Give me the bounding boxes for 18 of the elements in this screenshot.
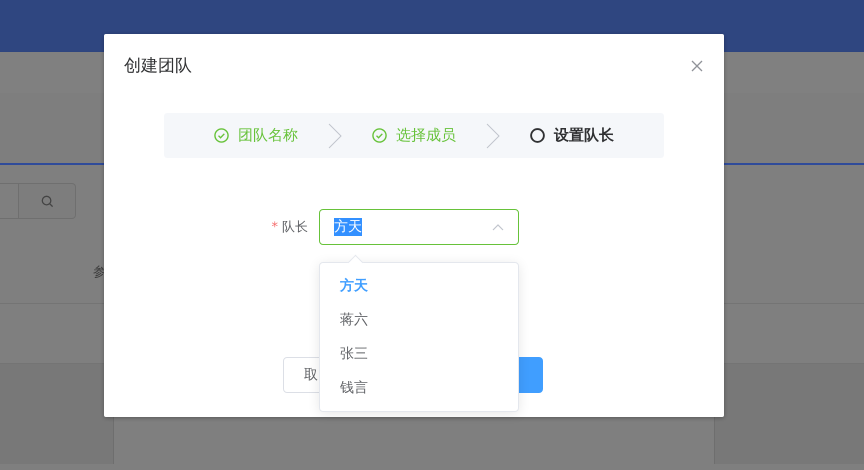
circle-icon [530, 128, 545, 143]
step-label: 团队名称 [238, 126, 298, 145]
check-circle-icon [214, 128, 229, 143]
column-header: 参 [93, 264, 106, 281]
step-label: 选择成员 [396, 126, 456, 145]
step-label: 设置队长 [554, 126, 614, 145]
chevron-icon [328, 122, 342, 148]
select-field[interactable]: 方天 [319, 209, 519, 245]
search-icon [40, 194, 54, 208]
required-mark: * [272, 220, 278, 235]
check-circle-icon [372, 128, 387, 143]
dialog-title: 创建团队 [124, 55, 192, 77]
caret-icon [492, 224, 504, 230]
dropdown-option[interactable]: 蒋六 [320, 303, 518, 337]
search-button[interactable] [19, 183, 76, 219]
field-label: 队长 [282, 220, 308, 235]
close-button[interactable] [690, 58, 704, 72]
chevron-icon [486, 122, 500, 148]
